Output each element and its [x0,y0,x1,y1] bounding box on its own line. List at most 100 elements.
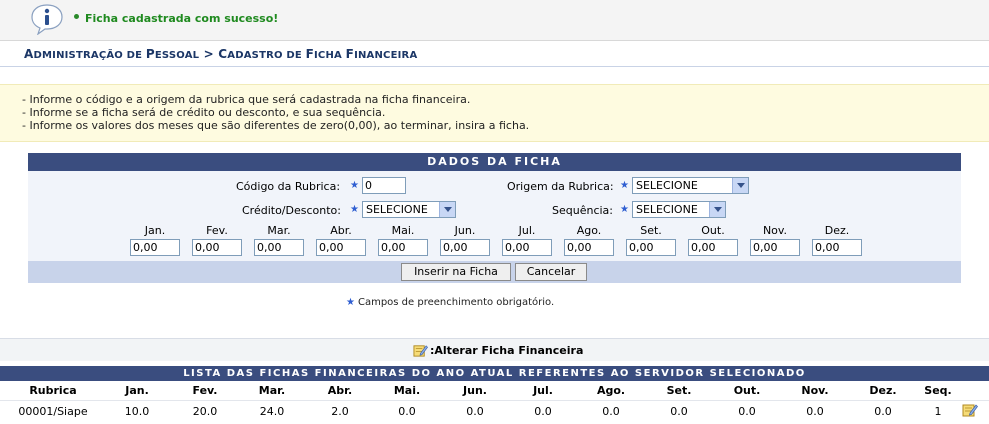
month-label: Set. [640,224,662,237]
breadcrumb-separator: > [199,47,219,61]
column-header: Ago. [596,384,626,397]
table-cell: 0.0 [602,405,620,418]
success-message-bar: Ficha cadastrada com sucesso! [0,0,989,41]
table-cell: 0.0 [398,405,416,418]
month-label: Ago. [576,224,602,237]
month-label: Jun. [454,224,476,237]
cancel-button[interactable]: Cancelar [515,263,587,281]
insert-ficha-button[interactable]: Inserir na Ficha [401,263,511,281]
table-cell: 2.0 [331,405,349,418]
edit-note-icon[interactable] [962,402,978,418]
month-input-jun[interactable] [440,239,490,256]
column-header: Fev. [192,384,218,397]
info-icon [31,4,63,35]
breadcrumb-text: ICHA [314,50,346,61]
month-input-dez[interactable] [812,239,862,256]
credito-desconto-label: Crédito/Desconto: [242,204,341,217]
month-label: Abr. [330,224,352,237]
breadcrumb-text: INANCEIRA [354,50,418,61]
column-header: Set. [666,384,692,397]
divider [0,400,989,401]
column-header: Jan. [125,384,149,397]
month-label: Jan. [144,224,166,237]
instruction-line: - Informe o código e a origem da rubrica… [22,93,471,106]
column-header: Out. [733,384,761,397]
origem-rubrica-label: Origem da Rubrica: [507,180,614,193]
required-star-icon: ★ [350,204,359,215]
column-header: Mar. [258,384,286,397]
alter-legend-bar: :Alterar Ficha Financeira [0,338,989,361]
required-star-icon: ★ [620,180,629,191]
required-note-text: Campos de preenchimento obrigatório. [357,297,555,308]
column-header: Mai. [393,384,421,397]
instruction-line: - Informe se a ficha será de crédito ou … [22,106,386,119]
month-input-mai[interactable] [378,239,428,256]
breadcrumb: ADMINISTRAÇÃO DE PESSOAL > CADASTRO DE F… [24,47,417,61]
table-cell: 0.0 [466,405,484,418]
month-label: Mar. [267,224,291,237]
edit-note-icon [413,345,428,357]
table-cell: 24.0 [259,405,285,418]
codigo-rubrica-label: Código da Rubrica: [236,180,341,193]
column-header: Abr. [327,384,353,397]
breadcrumb-text: A [24,47,34,61]
form-button-row: Inserir na Ficha Cancelar [28,261,961,283]
sequencia-select[interactable]: SELECIONE [632,201,726,218]
credito-desconto-value: SELECIONE [366,203,428,216]
credito-desconto-select[interactable]: SELECIONE [362,201,456,218]
breadcrumb-text: C [218,47,228,61]
required-fields-note: ★ Campos de preenchimento obrigatório. [346,297,554,308]
month-input-out[interactable] [688,239,738,256]
month-label: Mai. [391,224,415,237]
bullet-icon [74,14,79,19]
breadcrumb-text: F [305,47,314,61]
instruction-line: - Informe os valores dos meses que são d… [22,119,530,132]
column-header: Rubrica [29,384,77,397]
column-header: Seq. [924,384,952,397]
sequencia-label: Sequência: [552,204,613,217]
breadcrumb-text: ADASTRO DE [227,50,306,61]
chevron-down-icon [732,178,748,193]
breadcrumb-text: DMINISTRAÇÃO DE [33,50,146,61]
table-cell: 0.0 [534,405,552,418]
breadcrumb-text: P [145,47,155,61]
month-label: Jul. [518,224,536,237]
table-cell: 0.0 [806,405,824,418]
table-cell: 10.0 [124,405,150,418]
month-input-set[interactable] [626,239,676,256]
month-input-fev[interactable] [192,239,242,256]
breadcrumb-text: F [345,47,355,61]
table-cell: 0.0 [670,405,688,418]
ficha-form-panel: DADOS DA FICHA Código da Rubrica: ★ Orig… [28,153,961,283]
column-header: Dez. [869,384,897,397]
month-label: Fev. [206,224,228,237]
origem-rubrica-value: SELECIONE [636,179,698,192]
instructions-box: - Informe o código e a origem da rubrica… [0,84,989,142]
required-star-icon: ★ [350,180,359,191]
table-cell: 00001/Siape [18,405,88,418]
column-header: Jun. [463,384,487,397]
table-cell: 0.0 [738,405,756,418]
month-input-mar[interactable] [254,239,304,256]
codigo-rubrica-input[interactable] [362,177,406,194]
success-message-text: Ficha cadastrada com sucesso! [85,12,279,25]
required-star-icon: ★ [620,204,629,215]
table-cell: 1 [934,405,942,418]
chevron-down-icon [439,202,455,217]
month-input-abr[interactable] [316,239,366,256]
column-header: Jul. [533,384,553,397]
divider [0,66,989,67]
column-header: Nov. [801,384,829,397]
origem-rubrica-select[interactable]: SELECIONE [632,177,749,194]
chevron-down-icon [709,202,725,217]
month-input-jan[interactable] [130,239,180,256]
month-input-jul[interactable] [502,239,552,256]
month-input-nov[interactable] [750,239,800,256]
required-star-icon: ★ [346,297,355,308]
month-label: Dez. [824,224,850,237]
month-input-ago[interactable] [564,239,614,256]
list-title: LISTA DAS FICHAS FINANCEIRAS DO ANO ATUA… [0,366,989,381]
table-cell: 20.0 [192,405,218,418]
table-cell: 0.0 [874,405,892,418]
form-title: DADOS DA FICHA [28,153,961,171]
